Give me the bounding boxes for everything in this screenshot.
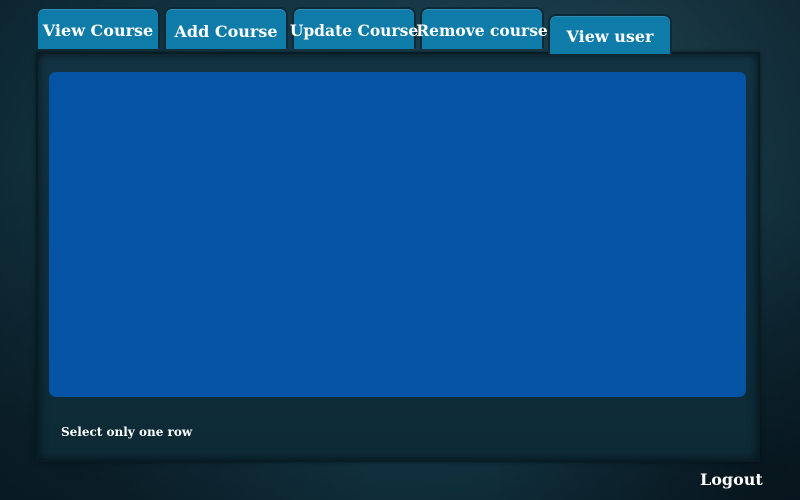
- tab-view-user[interactable]: View user: [548, 14, 672, 54]
- tab-add-course[interactable]: Add Course: [164, 7, 288, 49]
- tab-remove-course[interactable]: Remove course: [416, 7, 548, 49]
- tab-update-course-label: Update Course: [289, 20, 419, 40]
- tab-view-user-label: View user: [566, 26, 654, 46]
- user-table[interactable]: [49, 72, 746, 397]
- selection-hint: Select only one row: [61, 425, 193, 439]
- tab-remove-course-label: Remove course: [416, 20, 548, 40]
- tab-view-course-label: View Course: [42, 20, 154, 40]
- tab-update-course[interactable]: Update Course: [289, 7, 419, 49]
- tab-add-course-label: Add Course: [174, 21, 278, 41]
- logout-button[interactable]: Logout: [700, 470, 763, 489]
- tab-view-course[interactable]: View Course: [36, 7, 160, 49]
